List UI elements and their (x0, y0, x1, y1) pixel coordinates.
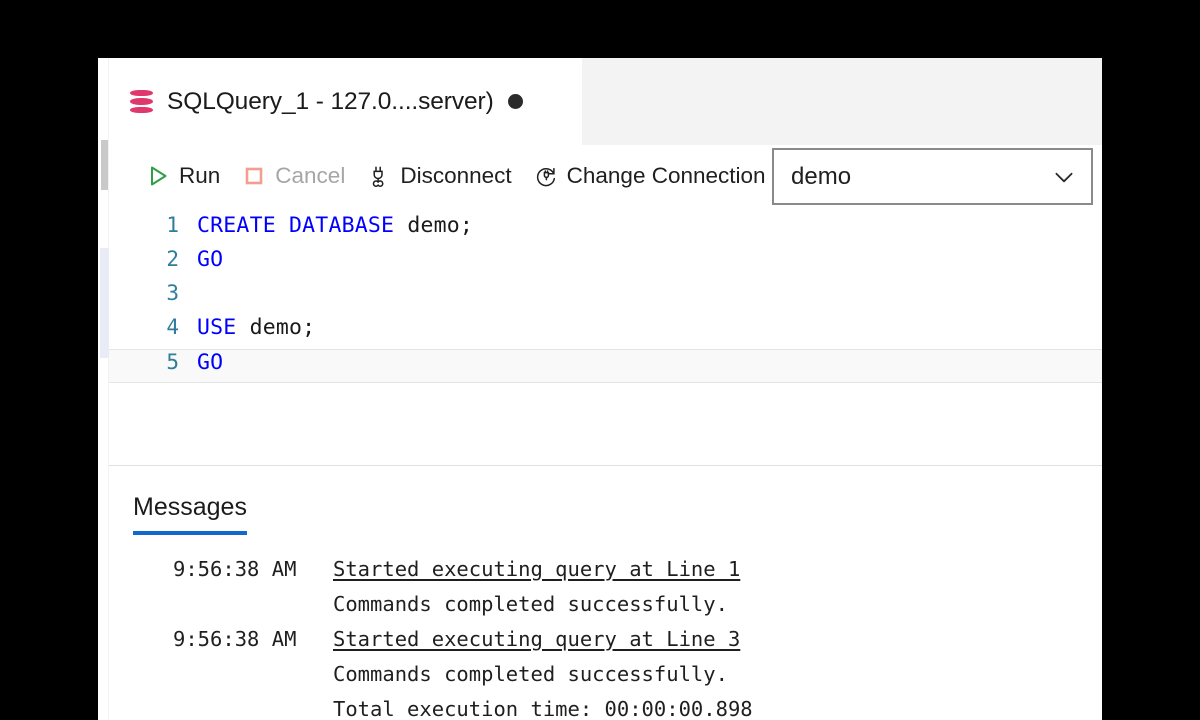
line-code: GO (197, 350, 223, 375)
line-number: 3 (166, 281, 179, 305)
results-tabstrip: Messages (109, 471, 1102, 535)
message-link[interactable]: Started executing query at Line 3 (333, 627, 740, 651)
sql-keyword: GO (197, 247, 224, 272)
change-connection-icon (536, 167, 555, 187)
editor-lines: 1 CREATE DATABASE demo; 2 GO 3 4 USE demo; 5 GO (109, 213, 1102, 383)
message-text: Commands completed successfully. (333, 591, 728, 616)
sql-keyword: CREATE DATABASE (197, 213, 408, 238)
code-line[interactable]: 3 (109, 281, 1102, 315)
left-gutter-strip (98, 58, 109, 720)
run-label: Run (179, 163, 221, 188)
run-button[interactable]: Run (135, 159, 231, 193)
database-select-value: demo (791, 162, 852, 190)
disconnect-button[interactable]: Disconnect (356, 159, 522, 193)
message-text: Total execution time: 00:00:00.898 (333, 696, 753, 720)
sql-editor-window: SQLQuery_1 - 127.0....server) Run Cancel (98, 58, 1102, 720)
message-timestamp: 9:56:38 AM (173, 626, 297, 651)
tab-title: SQLQuery_1 - 127.0....server) (167, 87, 494, 115)
plug-disconnect-icon (373, 166, 384, 187)
stop-square-icon (245, 167, 263, 185)
message-row: 9:56:38 AM Started executing query at Lin… (109, 551, 1102, 586)
tab-messages-label: Messages (133, 493, 247, 521)
line-number: 1 (166, 213, 179, 237)
code-line[interactable]: 4 USE demo; (109, 315, 1102, 349)
message-row: Total execution time: 00:00:00.898 (109, 691, 1102, 720)
tab-messages[interactable]: Messages (133, 493, 247, 535)
query-toolbar: Run Cancel Disconnect Change Connection … (109, 145, 1102, 207)
tab-sqlquery-1[interactable]: SQLQuery_1 - 127.0....server) (109, 58, 582, 145)
line-number: 5 (166, 350, 179, 374)
sql-text: demo; (249, 315, 316, 340)
messages-panel: Messages 9:56:38 AM Started executing que… (109, 471, 1102, 720)
line-code: GO (197, 247, 223, 272)
vertical-scrollbar-thumb[interactable] (101, 140, 108, 190)
window-body: SQLQuery_1 - 127.0....server) Run Cancel (109, 58, 1102, 720)
code-line[interactable]: 1 CREATE DATABASE demo; (109, 213, 1102, 247)
database-select[interactable]: demo (772, 148, 1093, 205)
line-number: 4 (166, 315, 179, 339)
messages-list: 9:56:38 AM Started executing query at Lin… (109, 535, 1102, 720)
play-icon (151, 166, 167, 186)
message-timestamp: 9:56:38 AM (173, 556, 297, 581)
tab-strip-empty-area (582, 58, 1102, 145)
sql-keyword: USE (197, 315, 250, 340)
message-text: Commands completed successfully. (333, 661, 728, 686)
message-row: Commands completed successfully. (109, 656, 1102, 691)
code-line[interactable]: 5 GO (109, 349, 1102, 383)
database-icon (130, 89, 153, 115)
sql-text: demo; (407, 213, 474, 238)
cancel-label: Cancel (275, 163, 346, 188)
message-row: 9:56:38 AM Started executing query at Lin… (109, 621, 1102, 656)
message-link[interactable]: Started executing query at Line 1 (333, 557, 740, 581)
change-connection-label: Change Connection (566, 163, 766, 188)
line-number: 2 (166, 247, 179, 271)
disconnect-label: Disconnect (400, 163, 512, 188)
sql-code-editor[interactable]: 1 CREATE DATABASE demo; 2 GO 3 4 USE demo; 5 GO (109, 207, 1102, 459)
tab-strip: SQLQuery_1 - 127.0....server) (109, 58, 1102, 145)
cancel-button[interactable]: Cancel (231, 159, 356, 193)
sql-keyword: GO (197, 350, 224, 375)
line-code: CREATE DATABASE demo; (197, 213, 473, 238)
chevron-down-icon (1055, 172, 1073, 182)
code-line[interactable]: 2 GO (109, 247, 1102, 281)
message-row: Commands completed successfully. (109, 586, 1102, 621)
gutter-highlight-strip (100, 248, 109, 358)
unsaved-dot-icon[interactable] (507, 94, 523, 109)
change-connection-button[interactable]: Change Connection (523, 159, 777, 193)
line-code: USE demo; (197, 315, 315, 340)
